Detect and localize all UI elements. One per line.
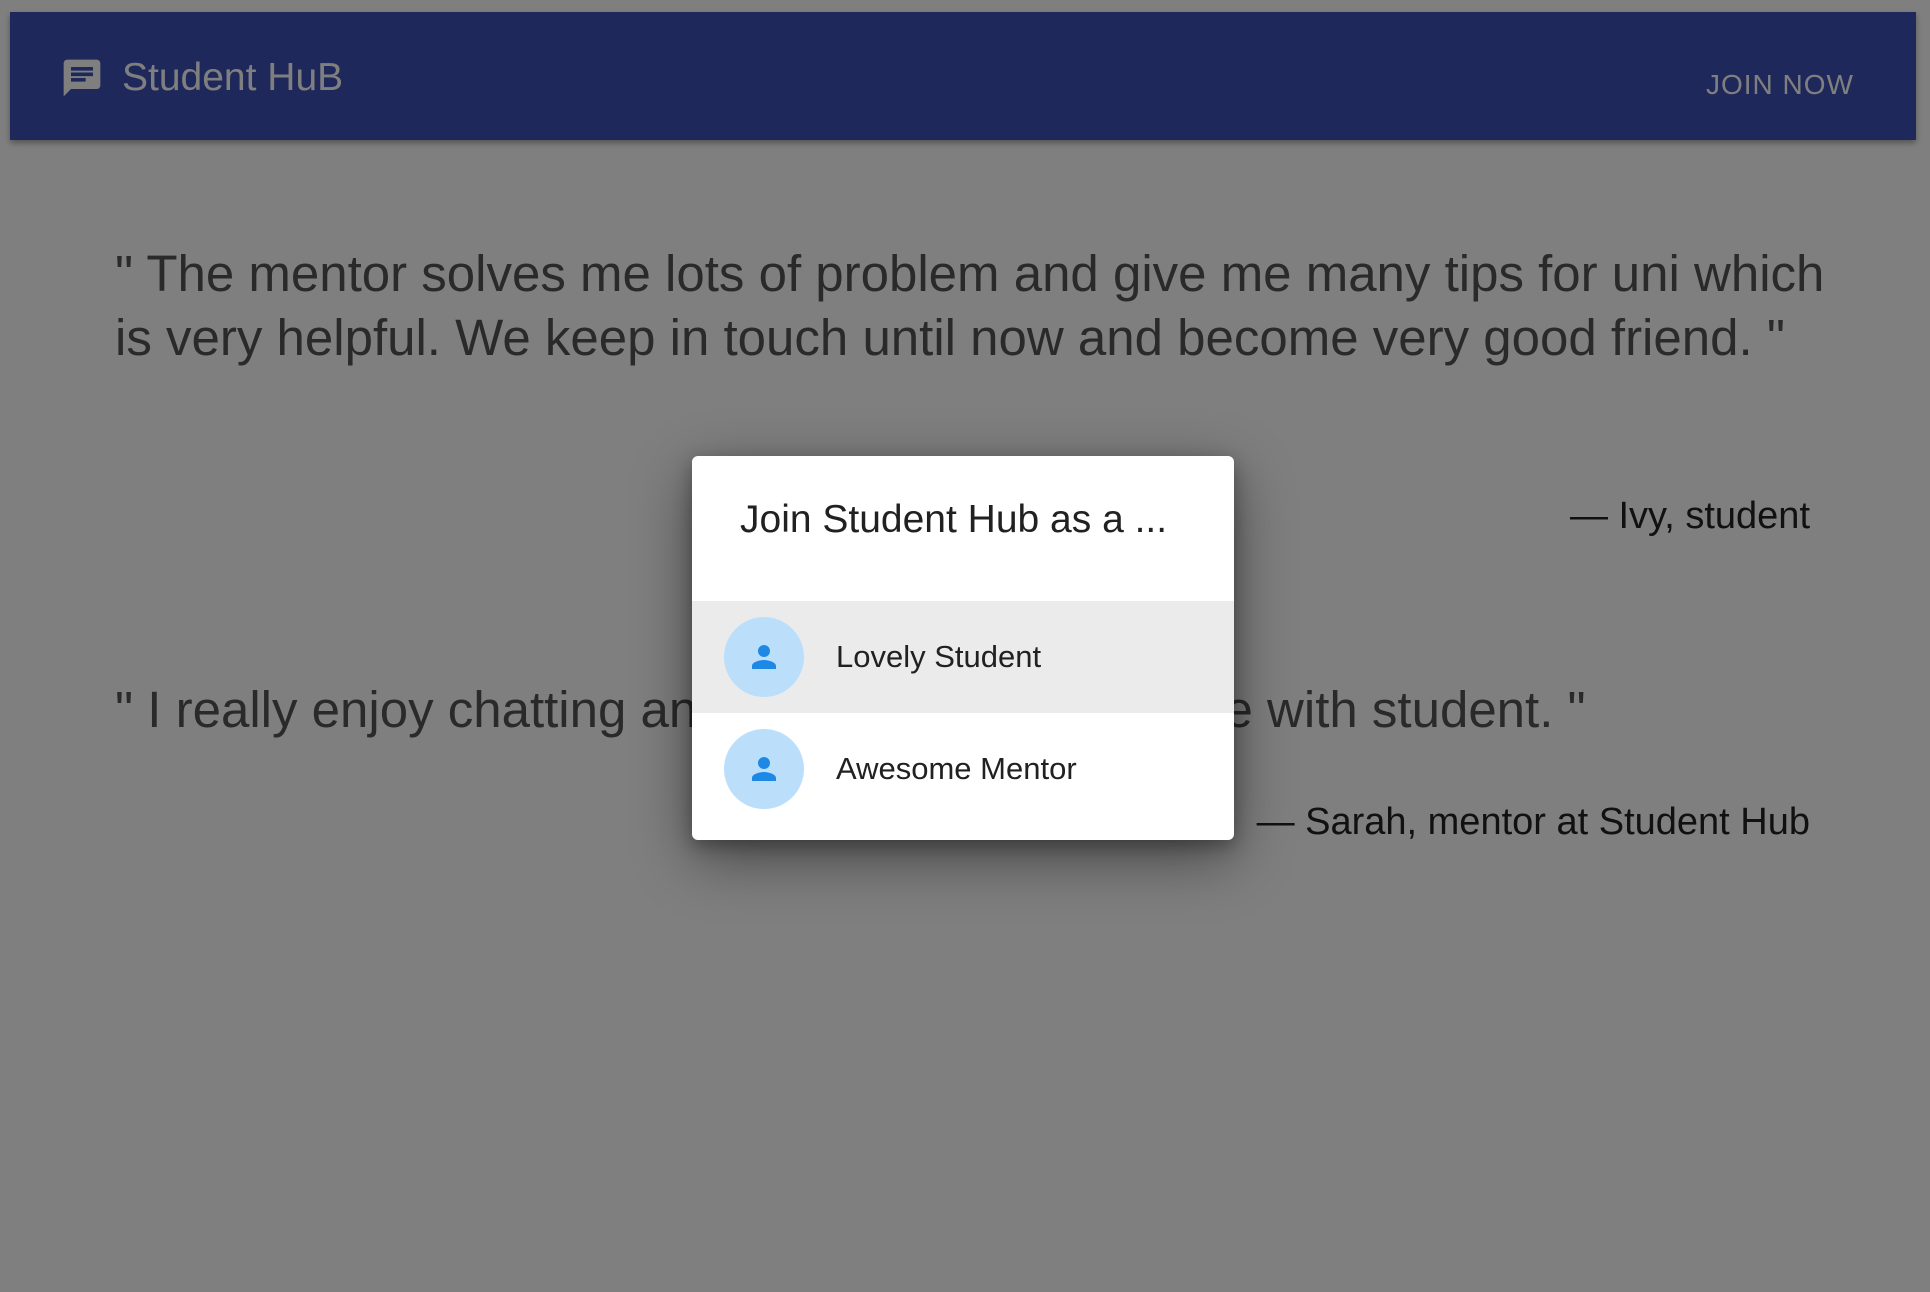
avatar: [724, 729, 804, 809]
person-icon: [752, 757, 776, 781]
join-role-dialog: Join Student Hub as a ... Lovely Student…: [692, 456, 1234, 840]
option-lovely-student[interactable]: Lovely Student: [692, 601, 1234, 713]
option-label: Awesome Mentor: [836, 751, 1077, 786]
avatar: [724, 617, 804, 697]
option-awesome-mentor[interactable]: Awesome Mentor: [692, 713, 1234, 825]
dialog-title: Join Student Hub as a ...: [740, 498, 1168, 541]
person-icon: [752, 645, 776, 669]
option-label: Lovely Student: [836, 639, 1042, 674]
